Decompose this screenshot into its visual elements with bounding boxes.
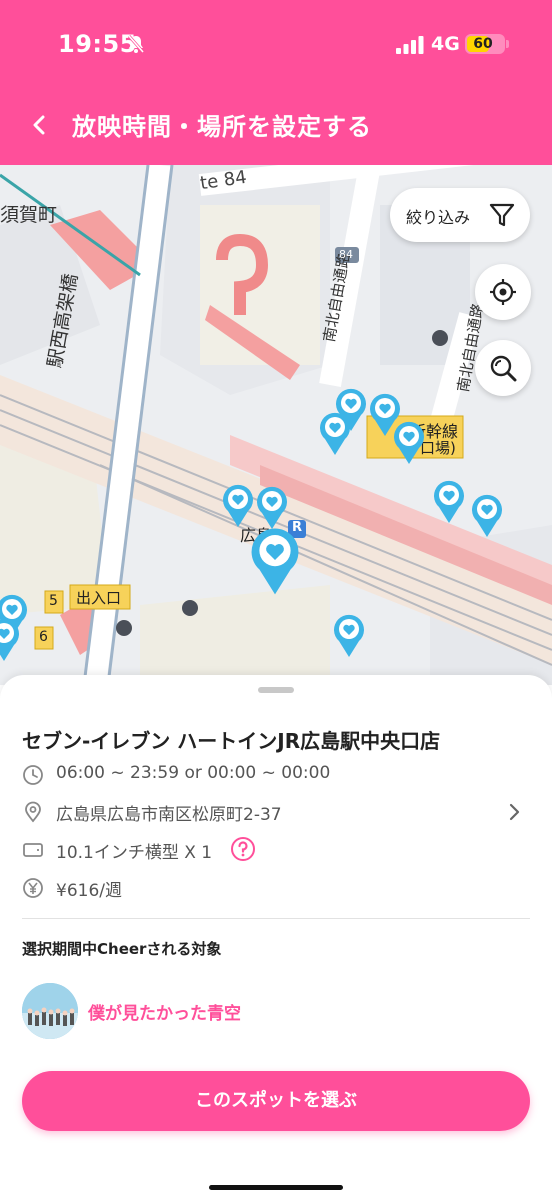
map-label-exit-6: 6 [39,629,48,645]
heart-pin-icon[interactable] [393,420,425,464]
address-text: 広島県広島市南区松原町2-37 [56,805,282,825]
battery-icon: 60 [465,34,505,54]
location-pin-icon [25,801,41,823]
battery-cap [506,40,509,48]
filter-label: 絞り込み [406,208,471,227]
select-spot-button[interactable]: このスポットを選ぶ [22,1071,530,1131]
location-target-icon [490,279,516,305]
heart-pin-icon[interactable] [256,485,288,529]
signal-icon [396,36,424,54]
filter-button[interactable]: 絞り込み [390,188,530,242]
spot-name: セブン-イレブン ハートインJR広島駅中央口店 [22,729,441,753]
status-bar: 19:55 4G 60 [0,0,552,90]
heart-pin-icon[interactable] [333,613,365,657]
clock-icon [23,765,43,785]
price-text: ¥616/週 [56,881,122,901]
map-label-road-84: 84 [339,248,353,261]
address-row[interactable]: 広島県広島市南区松原町2-37 [22,798,532,826]
help-icon[interactable] [230,836,256,862]
map-view[interactable]: te 84 須賀町 駅西高架橋 南北自由通路 南北自由通路 新幹線 口場) 広島… [0,165,552,685]
selected-heart-pin-icon[interactable] [250,525,300,595]
hours-row: 06:00 ~ 23:59 or 00:00 ~ 00:00 [22,761,532,789]
heart-pin-icon[interactable] [0,617,20,661]
yen-icon [23,878,43,898]
app-header: 19:55 4G 60 放映時間・場所を設定する [0,0,552,165]
network-type: 4G [431,33,460,55]
screen-row: 10.1インチ横型 X 1 [22,836,532,864]
cheer-target-name[interactable]: 僕が見たかった青空 [88,999,241,1024]
battery-percent: 60 [473,36,493,52]
screen-text: 10.1インチ横型 X 1 [56,843,213,863]
select-spot-label: このスポットを選ぶ [195,1090,357,1111]
filter-icon [489,203,515,227]
group-photo-image [22,983,78,1039]
cheer-target-avatar [22,983,78,1039]
page-title: 放映時間・場所を設定する [72,113,372,141]
current-location-button[interactable] [475,264,531,320]
search-area-button[interactable] [475,340,531,396]
map-label-district: 須賀町 [0,204,58,226]
heart-pin-icon[interactable] [471,493,503,537]
screen-icon [23,843,43,857]
search-zoom-icon [490,355,517,382]
hours-text: 06:00 ~ 23:59 or 00:00 ~ 00:00 [56,763,331,783]
divider [22,918,530,919]
map-label-exit: 出入口 [76,589,122,607]
heart-pin-icon[interactable] [335,387,367,431]
heart-pin-icon[interactable] [433,479,465,523]
chevron-right-icon[interactable] [504,801,524,823]
home-indicator [209,1185,343,1190]
spot-detail-sheet: セブン-イレブン ハートインJR広島駅中央口店 06:00 ~ 23:59 or… [0,675,552,1200]
map-label-exit-5: 5 [49,593,58,609]
heart-pin-icon[interactable] [222,483,254,527]
back-icon[interactable] [22,108,56,142]
map-label-shinkansen-sub: 口場) [420,439,456,457]
sheet-handle[interactable] [258,687,294,693]
price-row: ¥616/週 [22,874,532,902]
cheer-section-title: 選択期間中Cheerされる対象 [22,940,222,958]
bell-off-icon [127,35,145,53]
